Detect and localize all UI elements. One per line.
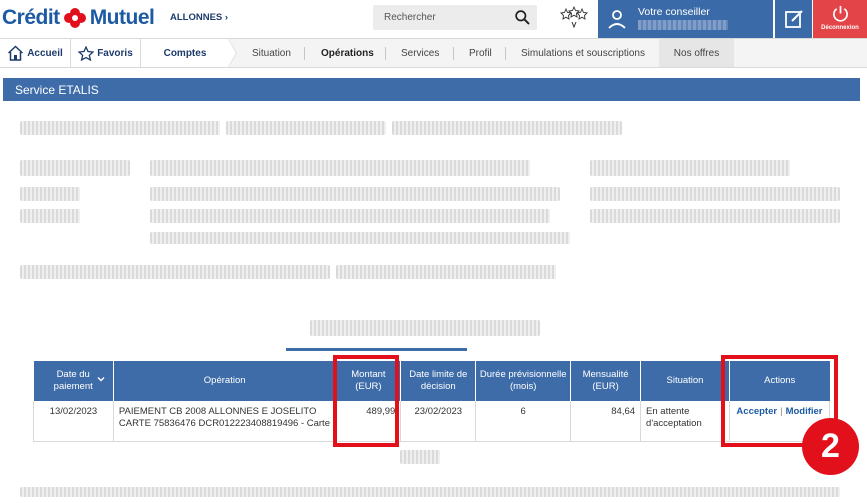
redacted-text bbox=[150, 187, 560, 201]
credit-mutuel-logo[interactable]: Crédit Mutuel bbox=[2, 5, 155, 31]
active-tab-indicator bbox=[286, 348, 467, 351]
star-icon bbox=[78, 45, 95, 61]
etalis-operations-table: Date du paiement Opération Montant (EUR)… bbox=[33, 361, 831, 442]
redacted-text bbox=[150, 160, 530, 176]
nav-separator bbox=[505, 47, 506, 60]
col-date-paiement[interactable]: Date du paiement bbox=[33, 361, 114, 401]
branch-link[interactable]: ALLONNES › bbox=[170, 12, 228, 23]
favorites-stars-icon[interactable] bbox=[559, 6, 589, 30]
redacted-text bbox=[150, 232, 570, 244]
nav-separator bbox=[385, 47, 386, 60]
redacted-text bbox=[336, 265, 556, 279]
table-row: 13/02/2023 PAIEMENT CB 2008 ALLONNES E J… bbox=[33, 401, 831, 442]
nav-simulations[interactable]: Simulations et souscriptions bbox=[521, 39, 645, 67]
redacted-text bbox=[590, 209, 840, 223]
col-date-paiement-label: Date du paiement bbox=[53, 369, 93, 392]
cell-operation: PAIEMENT CB 2008 ALLONNES E JOSELITO CAR… bbox=[113, 401, 337, 442]
logo-text-left: Crédit bbox=[2, 6, 60, 29]
redacted-text bbox=[150, 209, 550, 223]
col-mensualite: Mensualité (EUR) bbox=[570, 361, 642, 401]
top-header: Crédit Mutuel ALLONNES › Rechercher Votr… bbox=[0, 0, 867, 38]
search-input[interactable]: Rechercher bbox=[384, 12, 436, 23]
col-date-limite: Date limite de décision bbox=[400, 361, 477, 401]
chevron-down-icon[interactable] bbox=[97, 375, 105, 383]
redacted-text bbox=[400, 450, 440, 464]
cell-date-paiement: 13/02/2023 bbox=[33, 401, 114, 442]
home-icon bbox=[8, 45, 24, 61]
nav-offres[interactable]: Nos offres bbox=[659, 39, 734, 67]
cell-date-limite: 23/02/2023 bbox=[400, 401, 477, 442]
col-situation: Situation bbox=[640, 361, 730, 401]
cell-mensualite: 84,64 bbox=[570, 401, 642, 442]
section-title: Service ETALIS bbox=[3, 78, 860, 101]
nav-accueil-label: Accueil bbox=[27, 47, 63, 59]
edit-button[interactable] bbox=[774, 0, 812, 38]
search-box[interactable]: Rechercher bbox=[373, 5, 537, 30]
highlight-montant-box bbox=[333, 355, 399, 447]
nav-comptes-label: Comptes bbox=[163, 47, 207, 59]
nav-comptes[interactable]: Comptes bbox=[141, 39, 229, 67]
redacted-text bbox=[20, 187, 80, 201]
redacted-text bbox=[20, 121, 220, 135]
nav-accueil[interactable]: Accueil bbox=[0, 39, 71, 67]
nav-arrow bbox=[228, 39, 236, 67]
col-duree: Durée prévisionnelle (mois) bbox=[475, 361, 572, 401]
redacted-text bbox=[20, 265, 330, 279]
nav-profil[interactable]: Profil bbox=[469, 39, 492, 67]
col-operation: Opération bbox=[113, 361, 337, 401]
cell-situation: En attente d'acceptation bbox=[640, 401, 730, 442]
redacted-text bbox=[392, 121, 622, 135]
nav-operations[interactable]: Opérations bbox=[321, 39, 374, 67]
power-icon bbox=[833, 5, 848, 22]
redacted-text bbox=[590, 187, 840, 201]
nav-separator bbox=[453, 47, 454, 60]
nav-favoris-label: Favoris bbox=[97, 47, 133, 59]
search-icon[interactable] bbox=[514, 9, 531, 26]
redacted-text bbox=[226, 121, 386, 135]
redacted-text bbox=[20, 209, 80, 223]
step-number-badge: 2 bbox=[802, 418, 859, 475]
nav-situation[interactable]: Situation bbox=[252, 39, 291, 67]
advisor-name-blurred bbox=[638, 20, 728, 30]
logo-mark-icon bbox=[63, 8, 87, 28]
advisor-panel[interactable]: Votre conseiller bbox=[598, 0, 773, 38]
nav-services[interactable]: Services bbox=[401, 39, 439, 67]
main-nav: Accueil Favoris Comptes Situation Opérat… bbox=[0, 38, 867, 68]
advisor-label: Votre conseiller bbox=[638, 6, 710, 18]
logout-button[interactable]: Déconnexion bbox=[813, 0, 867, 38]
nav-separator bbox=[304, 47, 305, 60]
redacted-text bbox=[590, 160, 790, 176]
redacted-text bbox=[20, 487, 840, 497]
cell-duree: 6 bbox=[475, 401, 572, 442]
logo-text-right: Mutuel bbox=[89, 6, 155, 29]
redacted-text bbox=[20, 160, 130, 176]
advisor-icon bbox=[608, 10, 626, 29]
logout-label: Déconnexion bbox=[821, 25, 859, 31]
nav-favoris[interactable]: Favoris bbox=[71, 39, 141, 67]
redacted-text bbox=[310, 320, 540, 336]
edit-icon bbox=[785, 10, 803, 28]
